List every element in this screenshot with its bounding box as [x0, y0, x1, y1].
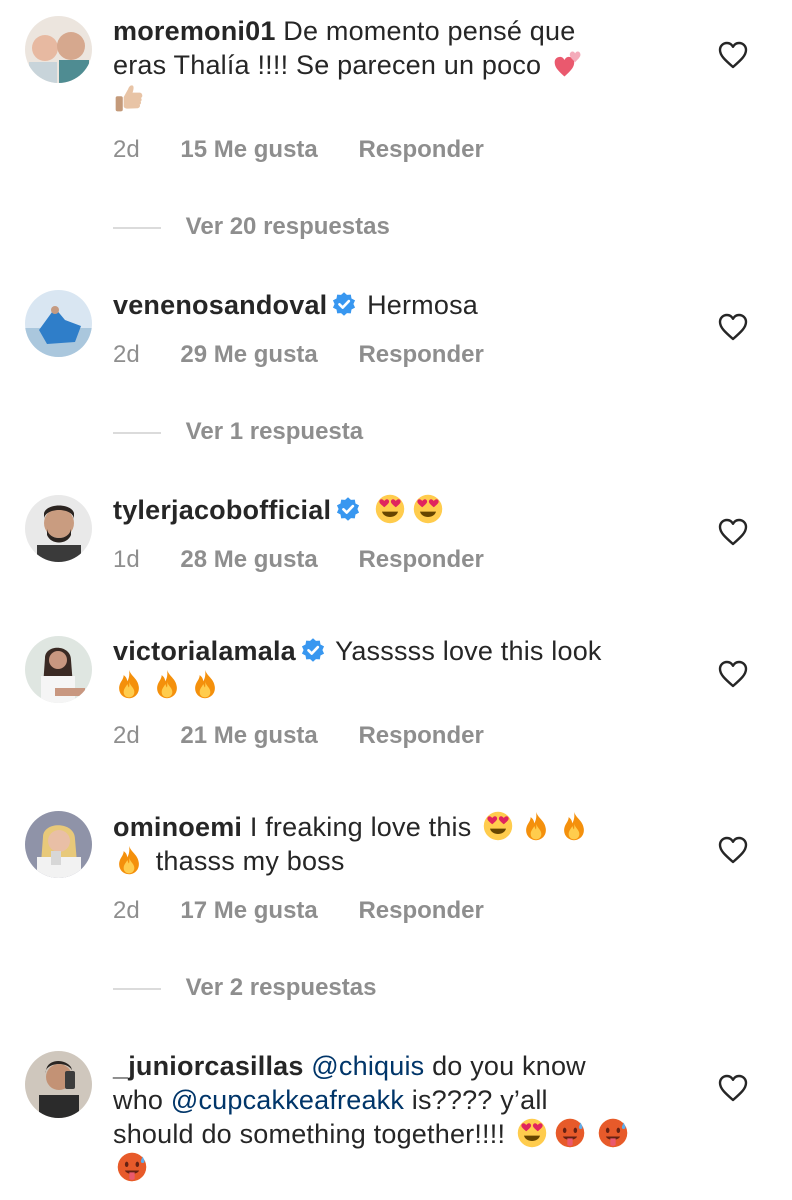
- comment-meta: 2d 15 Me gusta Responder: [113, 136, 484, 164]
- fire-emoji: [520, 810, 552, 842]
- reply-button[interactable]: Responder: [358, 136, 483, 163]
- two-hearts-emoji: [552, 48, 584, 80]
- fire-emoji: [113, 668, 145, 700]
- like-count-button[interactable]: 29 Me gusta: [180, 341, 317, 368]
- heart-eyes-emoji: [412, 493, 444, 525]
- view-replies-label: Ver 20 respuestas: [185, 213, 390, 240]
- comment-meta: 2d 29 Me gusta Responder: [113, 341, 484, 369]
- fire-emoji: [189, 668, 221, 700]
- comment-body: Hermosa: [367, 290, 479, 320]
- fire-emoji: [151, 668, 183, 700]
- comment-username[interactable]: victorialamala: [113, 636, 296, 666]
- avatar[interactable]: [25, 636, 92, 703]
- mention-link[interactable]: @chiquis: [311, 1051, 424, 1081]
- view-replies-button[interactable]: Ver 2 respuestas: [113, 974, 376, 1002]
- reply-button[interactable]: Responder: [358, 546, 483, 573]
- verified-badge-icon: [300, 637, 326, 663]
- comment-username[interactable]: tylerjacobofficial: [113, 495, 331, 525]
- view-replies-button[interactable]: Ver 1 respuesta: [113, 418, 363, 446]
- comment-body: I freaking love this: [249, 812, 472, 842]
- heart-outline-icon[interactable]: [718, 1074, 748, 1102]
- heart-eyes-emoji: [374, 493, 406, 525]
- fire-emoji: [113, 844, 145, 876]
- like-count-button[interactable]: 21 Me gusta: [180, 722, 317, 749]
- verified-badge-icon: [331, 291, 357, 317]
- like-count-button[interactable]: 17 Me gusta: [180, 897, 317, 924]
- comment-time: 2d: [113, 136, 140, 163]
- heart-outline-icon[interactable]: [718, 313, 748, 341]
- reply-button[interactable]: Responder: [358, 341, 483, 368]
- comment-meta: 2d 21 Me gusta Responder: [113, 722, 484, 750]
- comment-time: 1d: [113, 546, 140, 573]
- comment-time: 2d: [113, 897, 140, 924]
- reply-button[interactable]: Responder: [358, 897, 483, 924]
- comment-text: _juniorcasillas @chiquis do you know who…: [113, 1049, 633, 1185]
- heart-eyes-emoji: [516, 1117, 548, 1149]
- comment-body: Yasssss love this look: [335, 636, 602, 666]
- comment-text: victorialamala Yasssss love this look: [113, 634, 633, 702]
- reply-button[interactable]: Responder: [358, 722, 483, 749]
- avatar[interactable]: [25, 811, 92, 878]
- comment-time: 2d: [113, 341, 140, 368]
- like-count-button[interactable]: 28 Me gusta: [180, 546, 317, 573]
- comment-body-continued: thasss my boss: [155, 846, 345, 876]
- comment-username[interactable]: ominoemi: [113, 812, 242, 842]
- comment-text: tylerjacobofficial: [113, 493, 633, 527]
- comment-text: ominoemi I freaking love this thasss my …: [113, 810, 633, 878]
- thumbs-up-emoji: [113, 82, 145, 114]
- comment-meta: 1d 28 Me gusta Responder: [113, 546, 484, 574]
- view-replies-label: Ver 2 respuestas: [185, 974, 377, 1001]
- divider: [113, 431, 161, 434]
- divider: [113, 987, 161, 990]
- comment-text: venenosandoval Hermosa: [113, 288, 633, 322]
- verified-badge-icon: [335, 496, 361, 522]
- comment-username[interactable]: moremoni01: [113, 16, 276, 46]
- fire-emoji: [558, 810, 590, 842]
- hot-face-emoji: [597, 1117, 629, 1149]
- heart-outline-icon[interactable]: [718, 41, 748, 69]
- comment-username[interactable]: venenosandoval: [113, 290, 327, 320]
- heart-outline-icon[interactable]: [718, 836, 748, 864]
- hot-face-emoji: [554, 1117, 586, 1149]
- heart-outline-icon[interactable]: [718, 518, 748, 546]
- comment-meta: 2d 17 Me gusta Responder: [113, 897, 484, 925]
- heart-eyes-emoji: [482, 810, 514, 842]
- avatar[interactable]: [25, 1051, 92, 1118]
- comment-username[interactable]: _juniorcasillas: [113, 1051, 304, 1081]
- heart-outline-icon[interactable]: [718, 660, 748, 688]
- avatar[interactable]: [25, 16, 92, 83]
- comment-time: 2d: [113, 722, 140, 749]
- comment-text: moremoni01 De momento pensé que eras Tha…: [113, 14, 633, 116]
- avatar[interactable]: [25, 290, 92, 357]
- view-replies-label: Ver 1 respuesta: [185, 418, 364, 445]
- mention-link[interactable]: @cupcakkeafreakk: [171, 1085, 404, 1115]
- avatar[interactable]: [25, 495, 92, 562]
- hot-face-emoji: [116, 1151, 148, 1183]
- like-count-button[interactable]: 15 Me gusta: [180, 136, 317, 163]
- view-replies-button[interactable]: Ver 20 respuestas: [113, 213, 390, 241]
- divider: [113, 226, 161, 229]
